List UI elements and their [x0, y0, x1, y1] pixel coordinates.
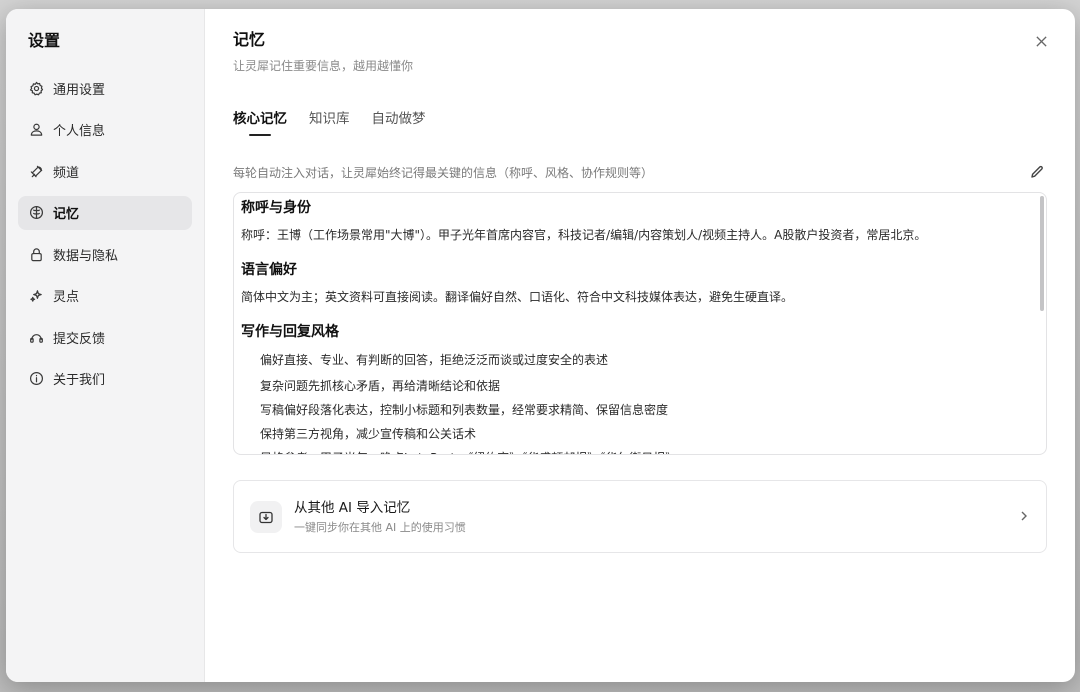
memory-tabs: 核心记忆 知识库 自动做梦	[233, 109, 1047, 139]
sidebar-title: 设置	[28, 31, 61, 50]
core-memory-box[interactable]: 称呼与身份 称呼：王博（工作场景常用"大博"）。甲子光年首席内容官，科技记者/编…	[233, 192, 1047, 455]
feedback-icon	[28, 329, 44, 345]
edit-memory-button[interactable]	[1028, 163, 1046, 181]
sidebar: 设置 通用设置 个人信息 频道 记忆 数据与隐私 灵点 提交反馈 关于我们	[6, 9, 205, 682]
settings-modal: 设置 通用设置 个人信息 频道 记忆 数据与隐私 灵点 提交反馈 关于我们 记忆…	[6, 9, 1075, 682]
sidebar-item-label: 频道	[53, 165, 80, 181]
tab-knowledge-base[interactable]: 知识库	[309, 109, 350, 139]
sidebar-item-label: 个人信息	[53, 124, 106, 139]
page-title: 记忆	[233, 30, 266, 49]
memory-description: 每轮自动注入对话，让灵犀始终记得最关键的信息（称呼、风格、协作规则等）	[233, 165, 654, 180]
import-title: 从其他 AI 导入记忆	[294, 499, 411, 516]
import-memory-card[interactable]: 从其他 AI 导入记忆 一键同步你在其他 AI 上的使用习惯	[233, 480, 1047, 553]
pencil-icon	[1031, 165, 1043, 178]
tab-auto-dream[interactable]: 自动做梦	[372, 109, 426, 139]
gear-icon	[28, 80, 44, 96]
close-icon	[1035, 35, 1047, 47]
scrollbar[interactable]	[1040, 196, 1044, 311]
lock-icon	[28, 246, 44, 262]
list-item: 写稿偏好段落化表达，控制小标题和列表数量，经常要求精简、保留信息密度	[260, 403, 669, 417]
import-icon	[250, 500, 282, 533]
import-text: 从其他 AI 导入记忆 一键同步你在其他 AI 上的使用习惯	[294, 499, 1018, 535]
info-icon	[28, 371, 44, 387]
sidebar-item-about[interactable]: 关于我们	[18, 362, 192, 396]
style-bullet-list: 偏好直接、专业、有判断的回答，拒绝泛泛而谈或过度安全的表述 复杂问题先抓核心矛盾…	[241, 352, 1028, 454]
sidebar-item-label: 记忆	[53, 207, 80, 222]
section-text: 简体中文为主；英文资料可直接阅读。翻译偏好自然、口语化、符合中文科技媒体表达，避…	[241, 290, 794, 304]
channel-icon	[28, 163, 44, 179]
section-text: 称呼：王博（工作场景常用"大博"）。甲子光年首席内容官，科技记者/编辑/内容策划…	[241, 228, 927, 242]
list-item: 风格参考：甲子光年、晚点LatePost、《纽约客》《华盛顿邮报》《华尔街日报》	[260, 446, 1028, 454]
list-item: 保持第三方视角，减少宣传稿和公关话术	[260, 427, 477, 441]
sidebar-item-channel[interactable]: 频道	[18, 154, 192, 188]
memory-description-row: 每轮自动注入对话，让灵犀始终记得最关键的信息（称呼、风格、协作规则等）	[233, 163, 1047, 181]
sparkle-icon	[28, 288, 44, 304]
sidebar-item-label: 关于我们	[53, 373, 106, 388]
sidebar-item-points[interactable]: 灵点	[18, 279, 192, 313]
page-subtitle: 让灵犀记住重要信息，越用越懂你	[233, 59, 414, 73]
import-subtitle: 一键同步你在其他 AI 上的使用习惯	[294, 520, 466, 534]
section-title: 语言偏好	[241, 262, 297, 278]
list-item: 复杂问题先抓核心矛盾，再给清晰结论和依据	[260, 379, 501, 393]
user-icon	[28, 122, 44, 138]
section-title: 称呼与身份	[241, 200, 311, 216]
sidebar-item-privacy[interactable]: 数据与隐私	[18, 237, 192, 271]
main-panel: 记忆 让灵犀记住重要信息，越用越懂你 核心记忆 知识库 自动做梦 每轮自动注入对…	[205, 9, 1075, 682]
sidebar-item-general[interactable]: 通用设置	[18, 71, 192, 105]
brain-icon	[28, 205, 44, 221]
chevron-right-icon	[1018, 507, 1030, 526]
memory-content: 称呼与身份 称呼：王博（工作场景常用"大博"）。甲子光年首席内容官，科技记者/编…	[241, 197, 1028, 454]
sidebar-item-profile[interactable]: 个人信息	[18, 113, 192, 147]
close-button[interactable]	[1031, 31, 1051, 51]
list-item: 偏好直接、专业、有判断的回答，拒绝泛泛而谈或过度安全的表述	[260, 353, 609, 367]
tab-core-memory[interactable]: 核心记忆	[233, 109, 287, 139]
sidebar-item-label: 灵点	[53, 290, 80, 305]
sidebar-item-label: 通用设置	[53, 82, 106, 98]
sidebar-item-memory[interactable]: 记忆	[18, 195, 192, 230]
sidebar-item-feedback[interactable]: 提交反馈	[18, 320, 192, 354]
sidebar-item-label: 数据与隐私	[53, 248, 119, 264]
sidebar-item-label: 提交反馈	[53, 331, 106, 347]
section-title: 写作与回复风格	[241, 324, 339, 340]
